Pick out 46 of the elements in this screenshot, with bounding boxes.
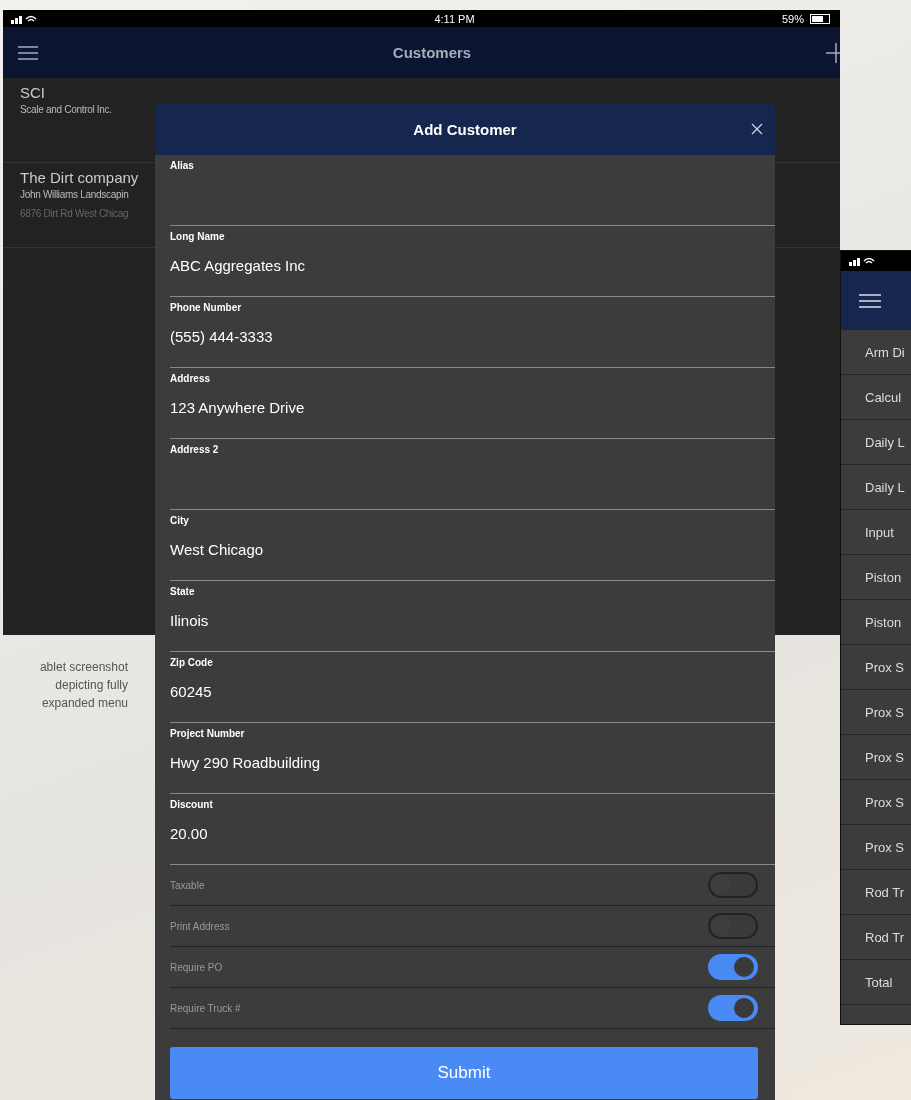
menu-item[interactable]: Total bbox=[841, 960, 911, 1005]
signal-icon bbox=[11, 13, 37, 24]
menu-item[interactable]: Daily L bbox=[841, 420, 911, 465]
menu-item[interactable]: Prox S bbox=[841, 825, 911, 870]
input-field[interactable]: Zip Code 60245 bbox=[170, 652, 775, 723]
caption-text: depicting fully bbox=[55, 677, 128, 694]
toggle-label: Print Address bbox=[170, 920, 230, 932]
menu-icon[interactable] bbox=[18, 45, 38, 60]
caption-text: expanded menu bbox=[41, 695, 128, 712]
menu-item[interactable]: Rod Tr bbox=[841, 915, 911, 960]
battery-icon bbox=[810, 13, 832, 24]
menu-item[interactable]: Daily L bbox=[841, 465, 911, 510]
menu-item[interactable]: Calcul bbox=[841, 375, 911, 420]
dialog-title: Add Customer bbox=[413, 120, 517, 138]
input-field[interactable]: Address 2 bbox=[170, 439, 775, 510]
toggle-switch[interactable] bbox=[708, 913, 758, 939]
menu-item[interactable]: Piston bbox=[841, 555, 911, 600]
input-field[interactable]: Phone Number (555) 444-3333 bbox=[170, 297, 775, 368]
menu-item[interactable]: Prox S bbox=[841, 735, 911, 780]
menu-item[interactable]: Prox S bbox=[841, 645, 911, 690]
menu-item[interactable]: Arm Di bbox=[841, 330, 911, 375]
close-icon[interactable] bbox=[751, 123, 763, 135]
toggle-switch[interactable] bbox=[708, 954, 758, 980]
toggle-switch[interactable] bbox=[708, 995, 758, 1021]
screen-title: Customers bbox=[392, 44, 472, 61]
signal-icon bbox=[849, 256, 875, 266]
menu-item[interactable]: Input bbox=[841, 510, 911, 555]
menu-item[interactable]: Prox S bbox=[841, 690, 911, 735]
menu-item[interactable]: Rod Tr bbox=[841, 870, 911, 915]
input-field[interactable]: Long Name ABC Aggregates Inc bbox=[170, 226, 775, 297]
status-time: 4:11 PM bbox=[433, 12, 476, 25]
input-field[interactable]: Alias bbox=[170, 155, 775, 226]
toggle-label: Taxable bbox=[170, 879, 205, 891]
input-field[interactable]: Address 123 Anywhere Drive bbox=[170, 368, 775, 439]
toggle-label: Require Truck # bbox=[170, 1002, 241, 1014]
input-field[interactable]: Discount 20.00 bbox=[170, 794, 775, 865]
toggle-switch[interactable] bbox=[708, 872, 758, 898]
caption-text: ablet screenshot bbox=[39, 659, 128, 676]
menu-item[interactable]: Prox S bbox=[841, 780, 911, 825]
input-field[interactable]: City West Chicago bbox=[170, 510, 775, 581]
battery-level: 59% bbox=[781, 12, 804, 25]
input-field[interactable]: Project Number Hwy 290 Roadbuilding bbox=[170, 723, 775, 794]
menu-item[interactable]: Piston bbox=[841, 600, 911, 645]
add-icon[interactable] bbox=[826, 42, 840, 63]
input-field[interactable]: State Ilinois bbox=[170, 581, 775, 652]
toggle-label: Require PO bbox=[170, 961, 223, 973]
